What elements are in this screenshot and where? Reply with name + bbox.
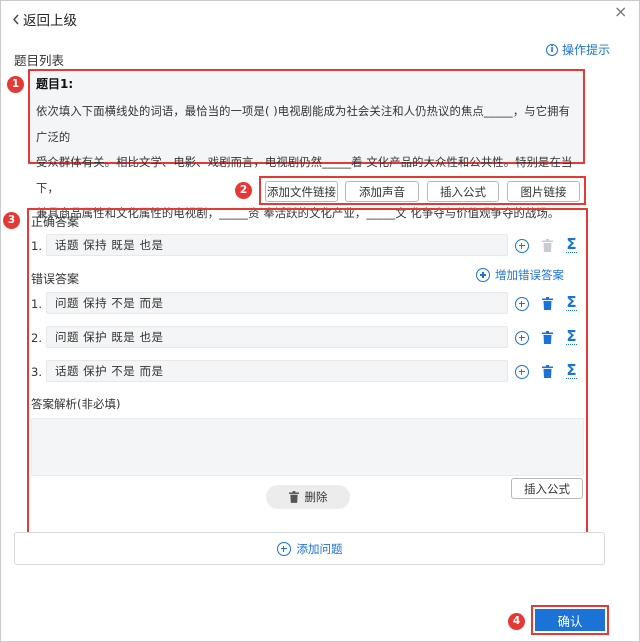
back-label: 返回上级 [23, 13, 77, 29]
add-question-button[interactable]: 添加问题 [14, 532, 605, 565]
annotation-badge-3: 3 [3, 212, 20, 229]
formula-button[interactable]: Σ [562, 327, 581, 346]
formula-button[interactable]: Σ [562, 235, 581, 254]
add-question-label: 添加问题 [296, 541, 343, 556]
question-toolbar: 添加文件链接 添加声音 插入公式 图片链接 [259, 176, 586, 205]
confirm-button[interactable]: 确认 [535, 609, 605, 631]
add-sound-button[interactable]: 添加声音 [345, 181, 419, 202]
plus-circle-icon [476, 268, 490, 282]
plus-circle-icon [276, 541, 291, 556]
help-link[interactable]: i 操作提示 [546, 41, 610, 58]
analysis-label: 答案解析(非必填) [31, 397, 121, 411]
chevron-left-icon [13, 14, 19, 24]
trash-icon [542, 239, 553, 252]
question-title: 题目1: [36, 77, 74, 91]
add-wrong-answer-label: 增加错误答案 [495, 268, 564, 282]
image-link-button[interactable]: 图片链接 [507, 181, 580, 202]
answer-number: 1. [31, 239, 42, 253]
delete-answer-button[interactable] [538, 294, 557, 313]
formula-button[interactable]: Σ [562, 293, 581, 312]
confirm-highlight: 确认 [531, 605, 609, 635]
info-icon: i [546, 43, 558, 56]
sigma-icon: Σ [566, 292, 577, 311]
delete-answer-button[interactable] [538, 362, 557, 381]
plus-circle-icon [514, 330, 529, 345]
trash-icon [542, 331, 553, 344]
help-label: 操作提示 [562, 43, 611, 57]
add-file-link-button[interactable]: 添加文件链接 [265, 181, 338, 202]
sigma-icon: Σ [566, 326, 577, 345]
add-answer-button[interactable] [512, 294, 531, 313]
annotation-badge-4: 4 [508, 613, 525, 630]
trash-icon [542, 297, 553, 310]
plus-circle-icon [514, 364, 529, 379]
plus-circle-icon [514, 238, 529, 253]
sigma-icon: Σ [566, 360, 577, 379]
analysis-textarea[interactable] [31, 418, 584, 476]
plus-circle-icon [514, 296, 529, 311]
answer-number: 1. [31, 297, 42, 311]
wrong-answer-input[interactable]: 问题 保持 不是 而是 [46, 292, 508, 314]
correct-answer-title: 正确答案 [31, 215, 80, 229]
delete-answer-button [538, 236, 557, 255]
add-answer-button[interactable] [512, 236, 531, 255]
trash-icon [288, 491, 299, 503]
delete-label: 删除 [304, 490, 328, 504]
answer-number: 2. [31, 331, 42, 345]
question-line: 依次填入下面横线处的词语，最恰当的一项是( )电视剧能成为社会关注和人仍热议的焦… [36, 105, 571, 144]
question-card: 题目1: 依次填入下面横线处的词语，最恰当的一项是( )电视剧能成为社会关注和人… [28, 69, 585, 220]
annotation-badge-1: 1 [7, 76, 24, 93]
correct-answer-input[interactable]: 话题 保持 既是 也是 [46, 234, 508, 256]
answers-section [27, 208, 588, 565]
annotation-badge-2: 2 [235, 182, 252, 199]
formula-button[interactable]: Σ [562, 361, 581, 380]
back-button[interactable]: 返回上级 [12, 9, 77, 29]
wrong-answer-title: 错误答案 [31, 272, 80, 286]
insert-formula-button[interactable]: 插入公式 [511, 478, 583, 499]
add-answer-button[interactable] [512, 362, 531, 381]
insert-formula-button[interactable]: 插入公式 [427, 181, 499, 202]
delete-question-button[interactable]: 删除 [266, 485, 350, 509]
close-icon[interactable]: × [614, 2, 627, 21]
delete-answer-button[interactable] [538, 328, 557, 347]
section-title: 题目列表 [14, 53, 65, 68]
wrong-answer-input[interactable]: 问题 保护 既是 也是 [46, 326, 508, 348]
wrong-answer-input[interactable]: 话题 保护 不是 而是 [46, 360, 508, 382]
answer-number: 3. [31, 365, 42, 379]
sigma-icon: Σ [566, 234, 577, 253]
add-answer-button[interactable] [512, 328, 531, 347]
add-wrong-answer-button[interactable]: 增加错误答案 [476, 267, 564, 283]
trash-icon [542, 365, 553, 378]
